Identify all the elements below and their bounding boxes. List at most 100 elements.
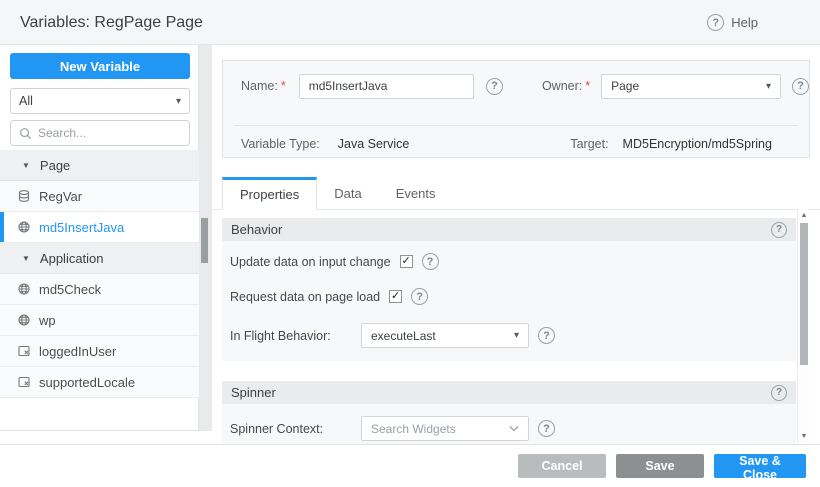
prop-label: Spinner Context: [230, 422, 352, 436]
sidebar-scrollbar[interactable] [199, 45, 212, 431]
chevron-down-icon [509, 425, 519, 432]
request-data-checkbox[interactable] [389, 290, 402, 303]
variable-summary-box: Name: * ? Owner: * Page ▾ ? Variable Typ… [222, 60, 810, 158]
variable-type-label: Variable Type: [241, 137, 320, 151]
save-and-close-button[interactable]: Save & Close [714, 454, 806, 478]
filter-selected-value: All [19, 94, 33, 108]
owner-label: Owner: [542, 79, 582, 93]
prop-label: In Flight Behavior: [230, 329, 352, 343]
page-title: Variables: RegPage Page [20, 0, 203, 45]
group-label: Application [40, 251, 104, 266]
content-scrollbar-thumb[interactable] [800, 223, 808, 365]
search-icon [19, 127, 32, 140]
detail-tabs: Properties Data Events [212, 176, 820, 210]
required-marker: * [281, 79, 286, 93]
cancel-button[interactable]: Cancel [518, 454, 606, 478]
section-gap [222, 361, 796, 381]
variable-item-md5check[interactable]: md5Check [0, 274, 199, 305]
section-header-behavior: Behavior ? [222, 218, 796, 241]
variable-item-label: md5Check [39, 282, 101, 297]
chevron-down-icon: ▾ [766, 81, 771, 92]
help-button[interactable]: ? Help [707, 0, 758, 45]
prop-row-in-flight: In Flight Behavior: executeLast ▾ ? [222, 314, 796, 357]
request-data-help-icon[interactable]: ? [411, 288, 428, 305]
sidebar-scrollbar-thumb[interactable] [201, 218, 208, 263]
behavior-help-icon[interactable]: ? [771, 222, 787, 238]
new-variable-button[interactable]: New Variable [10, 53, 190, 79]
in-flight-help-icon[interactable]: ? [538, 327, 555, 344]
help-circle-icon: ? [707, 14, 724, 31]
tab-label: Properties [240, 187, 299, 202]
target-value: MD5Encryption/md5Spring [623, 137, 772, 151]
variable-type-value: Java Service [338, 137, 410, 151]
prop-row-update-data: Update data on input change ? [222, 244, 796, 279]
in-flight-selected-value: executeLast [371, 329, 436, 343]
variable-item-label: loggedInUser [39, 344, 116, 359]
prop-row-spinner-context: Spinner Context: Search Widgets ? [222, 407, 796, 444]
target-label: Target: [570, 137, 608, 151]
name-owner-row: Name: * ? Owner: * Page ▾ ? [223, 73, 809, 99]
required-marker: * [585, 79, 590, 93]
spinner-help-icon[interactable]: ? [771, 385, 787, 401]
service-variable-icon [17, 282, 31, 296]
prop-label: Update data on input change [230, 255, 391, 269]
spinner-context-help-icon[interactable]: ? [538, 420, 555, 437]
variable-item-md5insertjava[interactable]: md5InsertJava [0, 212, 199, 243]
chevron-down-icon: ▾ [176, 96, 181, 107]
in-flight-behavior-select[interactable]: executeLast ▾ [361, 323, 529, 348]
update-data-help-icon[interactable]: ? [422, 253, 439, 270]
search-input[interactable] [38, 126, 168, 140]
spinner-context-select[interactable]: Search Widgets [361, 416, 529, 441]
collapse-triangle-icon: ▼ [22, 161, 30, 170]
variable-item-label: RegVar [39, 189, 82, 204]
group-header-page[interactable]: ▼ Page [0, 150, 199, 181]
save-button[interactable]: Save [616, 454, 704, 478]
prop-row-request-data: Request data on page load ? [222, 279, 796, 314]
variables-sidebar: New Variable All ▾ ▼ Page [0, 45, 199, 431]
service-variable-icon [17, 220, 31, 234]
section-body-spinner: Spinner Context: Search Widgets ? [222, 404, 796, 444]
variable-filter-select[interactable]: All ▾ [10, 88, 190, 114]
update-data-checkbox[interactable] [400, 255, 413, 268]
chevron-down-icon: ▾ [514, 330, 519, 341]
variable-item-regvar[interactable]: RegVar [0, 181, 199, 212]
tab-properties[interactable]: Properties [222, 177, 317, 210]
collapse-triangle-icon: ▼ [22, 254, 30, 263]
section-body-behavior: Update data on input change ? Request da… [222, 241, 796, 361]
form-divider [234, 125, 798, 126]
variable-item-label: md5InsertJava [39, 220, 124, 235]
service-variable-icon [17, 313, 31, 327]
group-label: Page [40, 158, 70, 173]
properties-content: Behavior ? Update data on input change ?… [222, 218, 796, 444]
tab-data[interactable]: Data [317, 177, 378, 210]
section-header-spinner: Spinner ? [222, 381, 796, 404]
variable-item-label: wp [39, 313, 56, 328]
owner-selected-value: Page [611, 79, 639, 93]
variable-item-wp[interactable]: wp [0, 305, 199, 336]
model-variable-icon [17, 344, 31, 358]
content-scrollbar[interactable]: ▲ ▼ [797, 209, 809, 443]
scroll-down-icon[interactable]: ▼ [798, 433, 810, 440]
variable-item-loggedinuser[interactable]: loggedInUser [0, 336, 199, 367]
owner-select[interactable]: Page ▾ [601, 74, 781, 99]
type-target-row: Variable Type: Java Service Target: MD5E… [223, 135, 809, 153]
dialog-footer: Cancel Save Save & Close [0, 444, 820, 487]
help-label: Help [731, 15, 758, 30]
variable-list: ▼ Page RegVar md5InsertJava [0, 150, 199, 398]
spinner-context-placeholder: Search Widgets [371, 422, 456, 436]
tab-events[interactable]: Events [379, 177, 453, 210]
name-field[interactable] [299, 74, 474, 99]
variable-detail-panel: Name: * ? Owner: * Page ▾ ? Variable Typ… [212, 45, 820, 444]
variable-search[interactable] [10, 120, 190, 146]
name-help-icon[interactable]: ? [486, 78, 503, 95]
scroll-up-icon[interactable]: ▲ [798, 212, 810, 219]
name-label: Name: [241, 79, 278, 93]
model-variable-icon [17, 375, 31, 389]
variable-item-supportedlocale[interactable]: supportedLocale [0, 367, 199, 398]
section-title: Behavior [231, 222, 282, 237]
group-header-application[interactable]: ▼ Application [0, 243, 199, 274]
owner-help-icon[interactable]: ? [792, 78, 809, 95]
tab-label: Data [334, 186, 361, 201]
static-variable-icon [17, 189, 31, 203]
prop-label: Request data on page load [230, 290, 380, 304]
